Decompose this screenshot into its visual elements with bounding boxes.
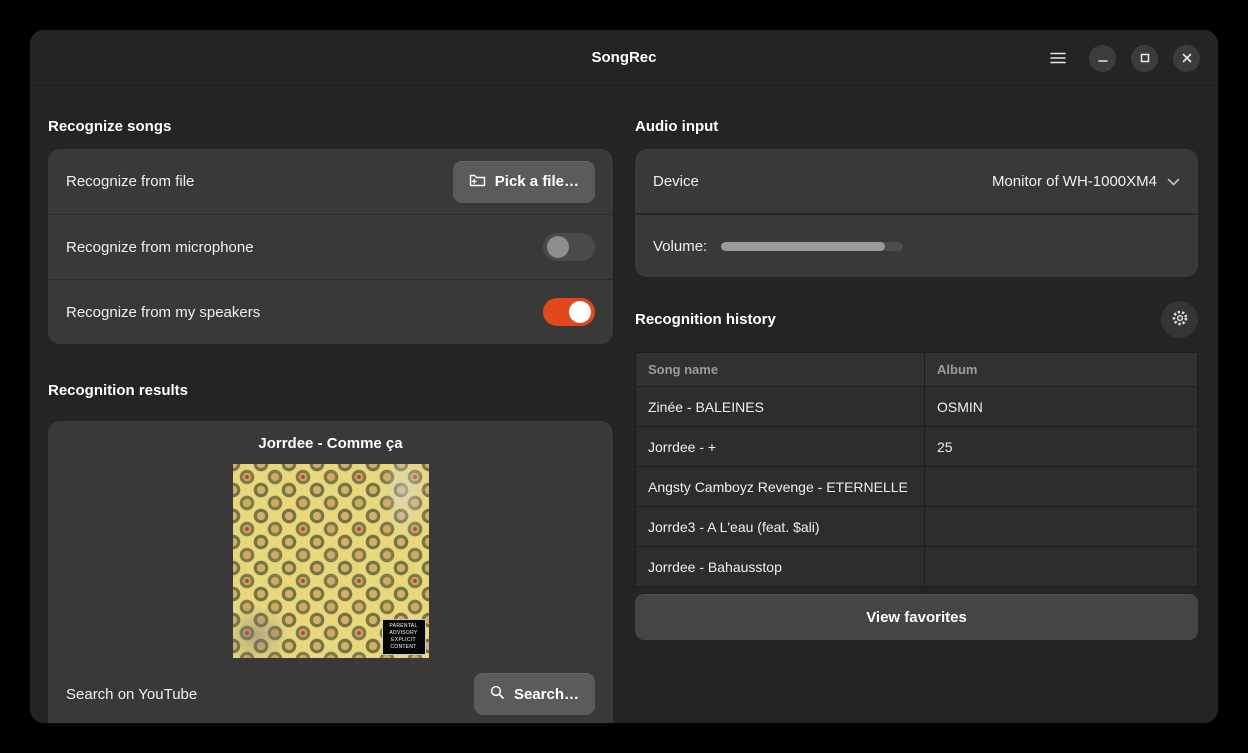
maximize-icon (1140, 53, 1150, 63)
recognition-history-heading: Recognition history (635, 311, 776, 328)
window-title: SongRec (591, 49, 656, 66)
hamburger-icon (1050, 52, 1066, 64)
menu-button[interactable] (1042, 42, 1074, 74)
history-album-cell[interactable] (925, 467, 1198, 507)
history-album-cell[interactable] (925, 507, 1198, 547)
history-album-cell[interactable] (925, 547, 1198, 587)
microphone-toggle[interactable] (543, 233, 595, 261)
search-on-youtube-label: Search on YouTube (66, 686, 197, 703)
recognized-song-title: Jorrdee - Comme ça (48, 435, 613, 452)
recognition-history-table: Song name Album Zinée - BALEINES OSMIN J… (635, 352, 1198, 587)
history-header-row: Song name Album (636, 353, 1198, 387)
history-song-cell[interactable]: Zinée - BALEINES (636, 387, 925, 427)
speakers-toggle-knob (569, 301, 591, 323)
gear-icon (1171, 309, 1189, 330)
speakers-toggle[interactable] (543, 298, 595, 326)
history-album-cell[interactable]: 25 (925, 427, 1198, 467)
recognition-history-header: Recognition history (635, 301, 1198, 338)
minimize-icon (1098, 53, 1108, 63)
songrec-window: SongRec (30, 30, 1218, 723)
view-favorites-button[interactable]: View favorites (635, 594, 1198, 640)
history-row[interactable]: Jorrdee - + 25 (636, 427, 1198, 467)
volume-level-bar (721, 242, 903, 251)
recognize-from-file-label: Recognize from file (66, 173, 194, 190)
history-row[interactable]: Zinée - BALEINES OSMIN (636, 387, 1198, 427)
advisory-line: EXPLICIT CONTENT (384, 637, 424, 651)
recognize-from-microphone-row: Recognize from microphone (48, 214, 613, 279)
chevron-down-icon (1167, 173, 1180, 190)
left-column: Recognize songs Recognize from file Pick… (48, 86, 613, 723)
recognize-from-microphone-label: Recognize from microphone (66, 239, 254, 256)
advisory-line: PARENTAL (384, 623, 424, 630)
youtube-search-button-label: Search… (514, 686, 579, 703)
pick-file-button[interactable]: Pick a file… (453, 161, 595, 203)
recognize-songs-heading: Recognize songs (48, 118, 613, 135)
recognition-results-heading: Recognition results (48, 382, 613, 399)
volume-fill (721, 242, 885, 251)
recognize-from-speakers-row: Recognize from my speakers (48, 279, 613, 344)
youtube-search-button[interactable]: Search… (474, 673, 595, 715)
close-icon (1182, 53, 1192, 63)
recognition-results-card: Jorrdee - Comme ça PARENTAL ADVISORY EXP… (48, 421, 613, 723)
column-header-song-name[interactable]: Song name (636, 353, 925, 387)
minimize-button[interactable] (1089, 45, 1116, 72)
folder-plus-icon (469, 173, 486, 191)
history-settings-button[interactable] (1161, 301, 1198, 338)
parental-advisory-label: PARENTAL ADVISORY EXPLICIT CONTENT (382, 619, 426, 655)
history-song-cell[interactable]: Jorrde3 - A L'eau (feat. $ali) (636, 507, 925, 547)
volume-wrap: Volume: (653, 238, 1180, 255)
main-content: Recognize songs Recognize from file Pick… (30, 86, 1218, 723)
close-button[interactable] (1173, 45, 1200, 72)
device-dropdown[interactable]: Monitor of WH-1000XM4 (992, 173, 1180, 190)
history-song-cell[interactable]: Angsty Camboyz Revenge - ETERNELLE (636, 467, 925, 507)
search-icon (490, 685, 505, 704)
history-row[interactable]: Angsty Camboyz Revenge - ETERNELLE (636, 467, 1198, 507)
column-header-album[interactable]: Album (925, 353, 1198, 387)
pick-file-button-label: Pick a file… (495, 173, 579, 190)
album-art: PARENTAL ADVISORY EXPLICIT CONTENT (233, 464, 429, 658)
microphone-toggle-knob (547, 236, 569, 258)
history-row[interactable]: Jorrde3 - A L'eau (feat. $ali) (636, 507, 1198, 547)
recognize-from-file-row: Recognize from file Pick a file… (48, 149, 613, 214)
device-dropdown-value: Monitor of WH-1000XM4 (992, 173, 1157, 190)
recognize-card: Recognize from file Pick a file… Recogni… (48, 149, 613, 344)
history-song-cell[interactable]: Jorrdee - + (636, 427, 925, 467)
history-album-cell[interactable]: OSMIN (925, 387, 1198, 427)
audio-input-heading: Audio input (635, 118, 1198, 135)
device-row: Device Monitor of WH-1000XM4 (635, 149, 1198, 213)
window-controls (1042, 30, 1200, 86)
audio-input-card: Device Monitor of WH-1000XM4 Volume: (635, 149, 1198, 277)
search-on-youtube-row: Search on YouTube Search… (48, 665, 613, 723)
volume-row: Volume: (635, 213, 1198, 277)
history-row[interactable]: Jorrdee - Bahausstop (636, 547, 1198, 587)
recognize-from-speakers-label: Recognize from my speakers (66, 304, 260, 321)
advisory-line: ADVISORY (384, 630, 424, 637)
headerbar: SongRec (30, 30, 1218, 86)
volume-label: Volume: (653, 238, 707, 255)
history-song-cell[interactable]: Jorrdee - Bahausstop (636, 547, 925, 587)
device-label: Device (653, 173, 699, 190)
right-column: Audio input Device Monitor of WH-1000XM4… (635, 86, 1198, 723)
maximize-button[interactable] (1131, 45, 1158, 72)
